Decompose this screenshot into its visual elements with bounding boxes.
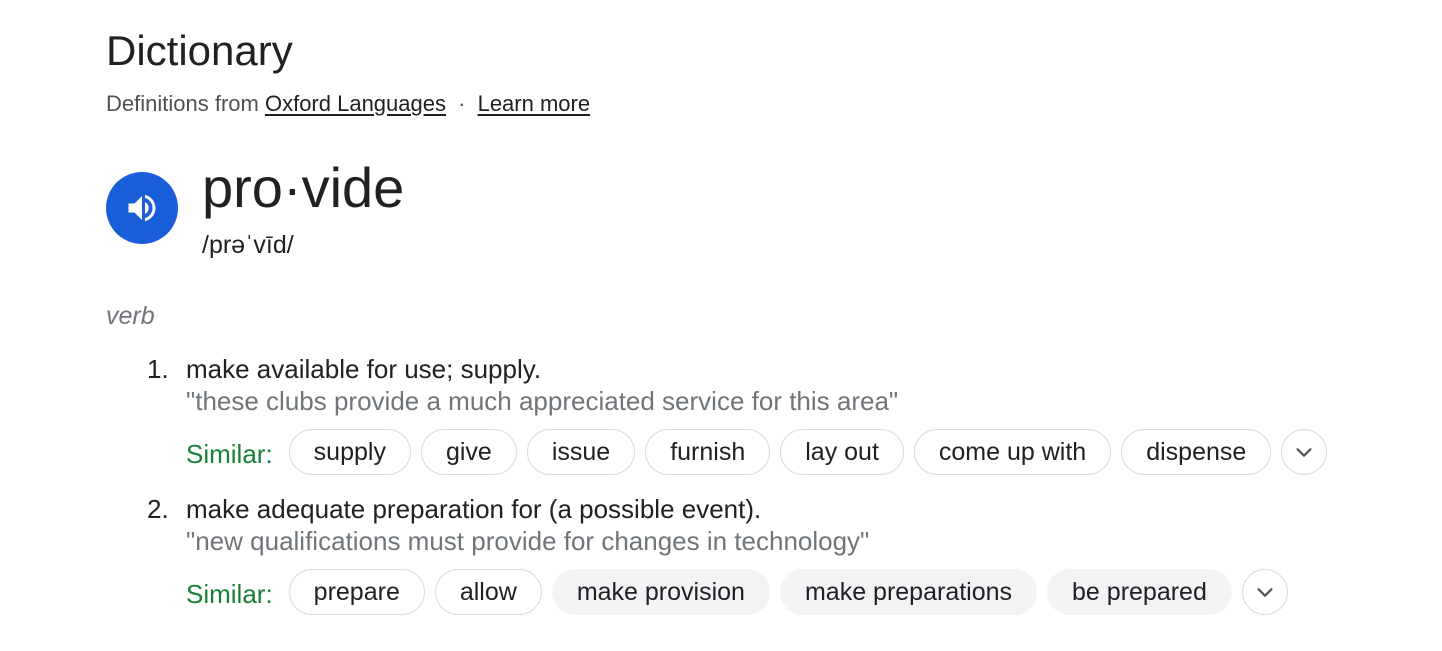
similar-chip[interactable]: supply xyxy=(288,429,411,475)
similar-chip[interactable]: issue xyxy=(526,429,636,475)
similar-words-row: Similar: supply give issue furnish lay o… xyxy=(186,428,1328,476)
separator-dot: · xyxy=(458,91,466,116)
sense-number: 2. xyxy=(147,494,169,524)
similar-words-row: Similar: prepare allow make provision ma… xyxy=(186,568,1288,616)
similar-chip[interactable]: be prepared xyxy=(1047,569,1232,615)
similar-chip[interactable]: come up with xyxy=(913,429,1112,475)
part-of-speech: verb xyxy=(106,302,155,330)
expand-similar-button[interactable] xyxy=(1281,429,1328,475)
expand-similar-button[interactable] xyxy=(1241,569,1288,615)
similar-chip[interactable]: give xyxy=(420,429,517,475)
speaker-icon xyxy=(128,194,156,222)
chevron-down-icon xyxy=(1296,448,1312,457)
phonetic-spelling: /prəˈvīd/ xyxy=(202,231,294,259)
similar-chip[interactable]: allow xyxy=(434,569,542,615)
similar-chip[interactable]: furnish xyxy=(645,429,771,475)
sense-example: "these clubs provide a much appreciated … xyxy=(186,386,899,416)
sense-definition: make adequate preparation for (a possibl… xyxy=(186,494,762,524)
similar-chip[interactable]: make preparations xyxy=(779,569,1038,615)
oxford-languages-link[interactable]: Oxford Languages xyxy=(265,91,446,116)
headword: pro·vide xyxy=(202,156,405,219)
sense-definition: make available for use; supply. xyxy=(186,354,542,384)
similar-chip[interactable]: make provision xyxy=(551,569,770,615)
similar-label: Similar: xyxy=(186,578,273,609)
source-prefix: Definitions from xyxy=(106,91,259,116)
learn-more-link[interactable]: Learn more xyxy=(478,91,591,116)
sense-number: 1. xyxy=(147,354,169,384)
similar-chip[interactable]: lay out xyxy=(780,429,904,475)
similar-chip[interactable]: dispense xyxy=(1121,429,1272,475)
similar-chip[interactable]: prepare xyxy=(288,569,425,615)
sense-example: "new qualifications must provide for cha… xyxy=(186,526,870,556)
dictionary-title: Dictionary xyxy=(106,27,293,74)
source-attribution: Definitions from Oxford Languages · Lear… xyxy=(106,90,590,118)
similar-label: Similar: xyxy=(186,438,273,469)
chevron-down-icon xyxy=(1257,588,1273,597)
pronunciation-audio-button[interactable] xyxy=(106,172,178,244)
